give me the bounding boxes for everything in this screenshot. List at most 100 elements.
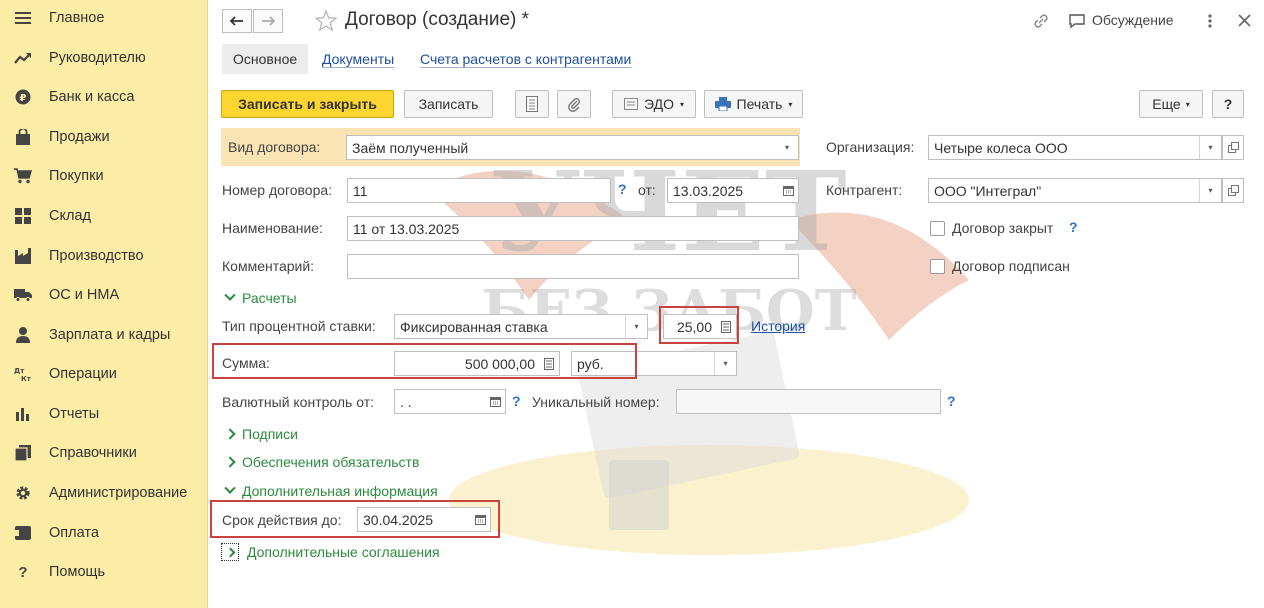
sidebar-item-directories[interactable]: Справочники (0, 438, 208, 468)
additional-info-group-toggle[interactable]: Дополнительная информация (224, 482, 438, 499)
card-icon (14, 525, 32, 541)
rate-type-select[interactable]: Фиксированная ставка ▾ (394, 314, 648, 339)
edo-button[interactable]: ЭДО ▾ (612, 90, 696, 118)
arrow-left-icon (230, 16, 243, 26)
bar-chart-icon (14, 406, 32, 422)
organization-select[interactable]: Четыре колеса ООО ▾ (928, 135, 1222, 160)
sidebar-item-main[interactable]: Главное (0, 3, 208, 33)
sidebar-item-label: Оплата (49, 525, 99, 541)
comment-field[interactable] (347, 254, 799, 279)
sidebar-item-assets[interactable]: ОС и НМА (0, 280, 208, 310)
tab-documents[interactable]: Документы (322, 44, 394, 74)
contract-date-value: 13.03.2025 (673, 182, 744, 199)
help-button[interactable]: ? (1212, 90, 1244, 118)
sidebar-item-operations[interactable]: Дт Кт Операции (0, 359, 208, 389)
svg-text:Кт: Кт (21, 375, 32, 382)
sidebar-item-payment[interactable]: Оплата (0, 518, 208, 548)
contract-type-select[interactable]: Заём полученный ▾ (346, 135, 799, 160)
sidebar-item-help[interactable]: ? Помощь (0, 557, 208, 587)
sidebar-item-salary[interactable]: Зарплата и кадры (0, 320, 208, 350)
edo-icon (624, 98, 638, 110)
forward-button[interactable] (253, 9, 283, 33)
settlements-group-label: Расчеты (242, 290, 297, 306)
sidebar-item-administration[interactable]: Администрирование (0, 478, 208, 508)
settlements-group-toggle[interactable]: Расчеты (224, 289, 297, 306)
star-icon[interactable] (315, 10, 337, 31)
back-button[interactable] (222, 9, 252, 33)
chevron-down-icon (224, 289, 236, 301)
tab-settlement-accounts[interactable]: Счета расчетов с контрагентами (420, 44, 631, 74)
discussion-icon[interactable] (1068, 13, 1086, 29)
link-icon[interactable] (1032, 12, 1050, 30)
history-link[interactable]: История (751, 318, 805, 334)
contract-number-field[interactable]: 11 (347, 178, 611, 203)
sidebar-item-label: Банк и касса (49, 89, 135, 105)
print-button[interactable]: Печать ▾ (704, 90, 803, 118)
save-button[interactable]: Записать (404, 90, 493, 118)
chevron-down-icon[interactable]: ▾ (1199, 179, 1221, 202)
more-button[interactable]: Еще ▾ (1139, 90, 1203, 118)
menu-icon (14, 10, 32, 26)
rate-type-value: Фиксированная ставка (400, 318, 548, 335)
unique-number-field[interactable] (676, 389, 941, 414)
close-icon[interactable] (1238, 14, 1251, 27)
open-icon (1227, 142, 1239, 153)
question-icon[interactable]: ? (512, 393, 521, 409)
sidebar-item-bank[interactable]: ₽ Банк и касса (0, 82, 208, 112)
calendar-icon[interactable] (485, 390, 505, 413)
name-field[interactable]: 11 от 13.03.2025 (347, 216, 799, 241)
sidebar: Главное Руководителю ₽ Банк и касса Прод… (0, 0, 208, 608)
chevron-down-icon[interactable]: ▾ (1199, 136, 1221, 159)
sidebar-item-purchases[interactable]: Покупки (0, 161, 208, 191)
security-group-toggle[interactable]: Обеспечения обязательств (224, 454, 419, 470)
sidebar-item-reports[interactable]: Отчеты (0, 399, 208, 429)
more-label: Еще (1152, 96, 1181, 112)
save-and-close-button[interactable]: Записать и закрыть (221, 90, 394, 118)
chevron-down-icon[interactable]: ▾ (625, 315, 647, 338)
organization-open-button[interactable] (1222, 135, 1244, 160)
contract-signed-checkbox[interactable] (930, 259, 945, 274)
counterparty-select[interactable]: ООО "Интеграл" ▾ (928, 178, 1222, 203)
sidebar-item-manager[interactable]: Руководителю (0, 43, 208, 73)
sidebar-item-label: Продажи (49, 129, 110, 145)
sidebar-item-production[interactable]: Производство (0, 241, 208, 271)
sidebar-item-label: Склад (49, 208, 91, 224)
chevron-right-icon (224, 428, 236, 440)
supplements-group-label: Дополнительные соглашения (247, 544, 440, 560)
sidebar-item-warehouse[interactable]: Склад (0, 201, 208, 231)
more-vert-icon[interactable] (1207, 13, 1213, 29)
sidebar-item-label: Покупки (49, 168, 104, 184)
counterparty-open-button[interactable] (1222, 178, 1244, 203)
contract-date-field[interactable]: 13.03.2025 (667, 178, 799, 203)
chevron-down-icon: ▾ (1185, 99, 1190, 109)
document-icon (526, 96, 538, 112)
currency-control-date-field[interactable]: . . (394, 389, 506, 414)
question-icon[interactable]: ? (947, 393, 956, 409)
signatures-group-toggle[interactable]: Подписи (224, 426, 298, 442)
attach-button[interactable] (557, 90, 591, 118)
chevron-down-icon[interactable]: ▾ (714, 352, 736, 375)
question-icon[interactable]: ? (618, 181, 627, 197)
document-list-button[interactable] (515, 90, 549, 118)
sidebar-item-sales[interactable]: Продажи (0, 122, 208, 152)
printer-icon (714, 97, 731, 111)
calendar-icon[interactable] (778, 179, 798, 202)
currency-control-label: Валютный контроль от: (222, 394, 375, 410)
unique-number-label: Уникальный номер: (532, 394, 660, 410)
contract-type-label: Вид договора: (228, 139, 321, 155)
organization-label: Организация: (826, 139, 915, 155)
contract-signed-label: Договор подписан (952, 258, 1070, 274)
counterparty-label: Контрагент: (826, 182, 903, 198)
tab-main[interactable]: Основное (222, 44, 309, 74)
discussion-button[interactable]: Обсуждение (1092, 12, 1174, 28)
factory-icon (14, 248, 32, 264)
sidebar-item-label: Руководителю (49, 50, 146, 66)
chevron-down-icon[interactable]: ▾ (776, 136, 798, 159)
contract-closed-checkbox[interactable] (930, 221, 945, 236)
comment-label: Комментарий: (222, 258, 315, 274)
coin-icon: ₽ (14, 89, 32, 105)
warehouse-icon (14, 208, 32, 224)
question-icon[interactable]: ? (1069, 219, 1078, 235)
sidebar-item-label: ОС и НМА (49, 287, 120, 303)
supplements-group-toggle[interactable]: Дополнительные соглашения (221, 543, 440, 561)
